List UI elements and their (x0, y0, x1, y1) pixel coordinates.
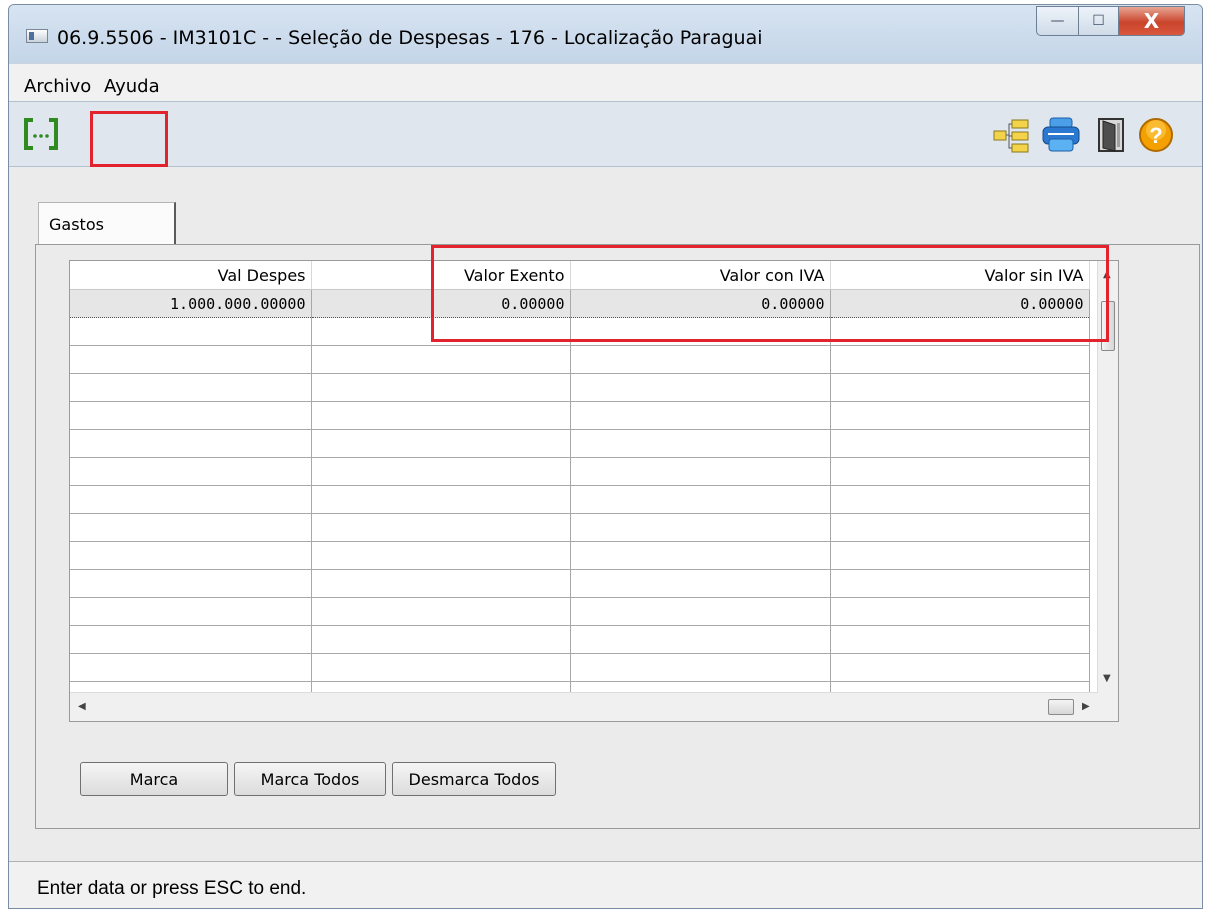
empty-row[interactable] (70, 597, 1090, 626)
marca-button[interactable]: Marca (80, 762, 228, 796)
close-button[interactable]: X (1119, 6, 1185, 36)
empty-row[interactable] (70, 345, 1090, 374)
exit-door-icon (1098, 118, 1124, 152)
expand-brackets-icon (24, 118, 58, 150)
empty-row[interactable] (70, 569, 1090, 598)
empty-row[interactable] (70, 429, 1090, 458)
application-window: 06.9.5506 - IM3101C - - Seleção de Despe… (8, 4, 1203, 909)
horizontal-scroll-thumb[interactable] (1048, 699, 1074, 715)
menu-archivo[interactable]: Archivo (24, 76, 91, 97)
column-header-val-despes[interactable]: Val Despes (70, 261, 312, 290)
status-bar: Enter data or press ESC to end. (9, 861, 1202, 908)
scroll-right-arrow-icon[interactable]: ▶ (1082, 701, 1090, 712)
help-glyph: ? (1149, 123, 1162, 148)
minimize-button[interactable]: — (1036, 6, 1079, 36)
empty-row[interactable] (70, 513, 1090, 542)
cell-val-despes[interactable]: 1.000.000.00000 (70, 289, 312, 318)
tab-gastos[interactable]: Gastos (38, 202, 176, 246)
menu-bar: Archivo Ayuda (9, 63, 1202, 102)
empty-row[interactable] (70, 653, 1090, 682)
empty-row[interactable] (70, 373, 1090, 402)
status-message: Enter data or press ESC to end. (37, 878, 307, 899)
app-window-icon[interactable] (26, 29, 48, 43)
desmarca-todos-button-label: Desmarca Todos (408, 769, 540, 789)
print-button[interactable] (1041, 116, 1081, 154)
marca-todos-button-label: Marca Todos (260, 769, 360, 789)
desmarca-todos-button[interactable]: Desmarca Todos (392, 762, 556, 796)
toolbar: ? (9, 101, 1202, 167)
window-title: 06.9.5506 - IM3101C - - Seleção de Despe… (57, 27, 763, 49)
empty-row[interactable] (70, 485, 1090, 514)
highlight-box-toolbar (90, 111, 168, 167)
empty-row[interactable] (70, 625, 1090, 654)
title-bar[interactable]: 06.9.5506 - IM3101C - - Seleção de Despe… (9, 5, 1202, 63)
close-icon: X (1143, 9, 1160, 33)
help-icon: ? (1139, 118, 1173, 152)
scroll-down-arrow-icon[interactable]: ▼ (1103, 673, 1111, 684)
marca-todos-button[interactable]: Marca Todos (234, 762, 386, 796)
menu-ayuda[interactable]: Ayuda (104, 76, 160, 97)
empty-row[interactable] (70, 401, 1090, 430)
help-button[interactable]: ? (1137, 116, 1175, 154)
tree-button[interactable] (992, 118, 1032, 154)
scrollbar-corner (1098, 693, 1118, 721)
zoom-button[interactable] (21, 116, 61, 152)
printer-icon (1042, 117, 1080, 152)
tree-icon (993, 119, 1029, 153)
maximize-icon: ☐ (1092, 13, 1105, 29)
maximize-button[interactable]: ☐ (1079, 6, 1119, 36)
minimize-icon: — (1050, 13, 1065, 29)
tab-gastos-label: Gastos (49, 215, 104, 234)
window-controls: — ☐ X (1036, 6, 1185, 36)
empty-row[interactable] (70, 457, 1090, 486)
empty-row[interactable] (70, 541, 1090, 570)
scroll-left-arrow-icon[interactable]: ◀ (78, 701, 86, 712)
horizontal-scrollbar[interactable]: ◀ ▶ (70, 692, 1098, 721)
marca-button-label: Marca (129, 769, 179, 789)
highlight-box-columns (431, 245, 1109, 342)
exit-button[interactable] (1095, 116, 1127, 154)
